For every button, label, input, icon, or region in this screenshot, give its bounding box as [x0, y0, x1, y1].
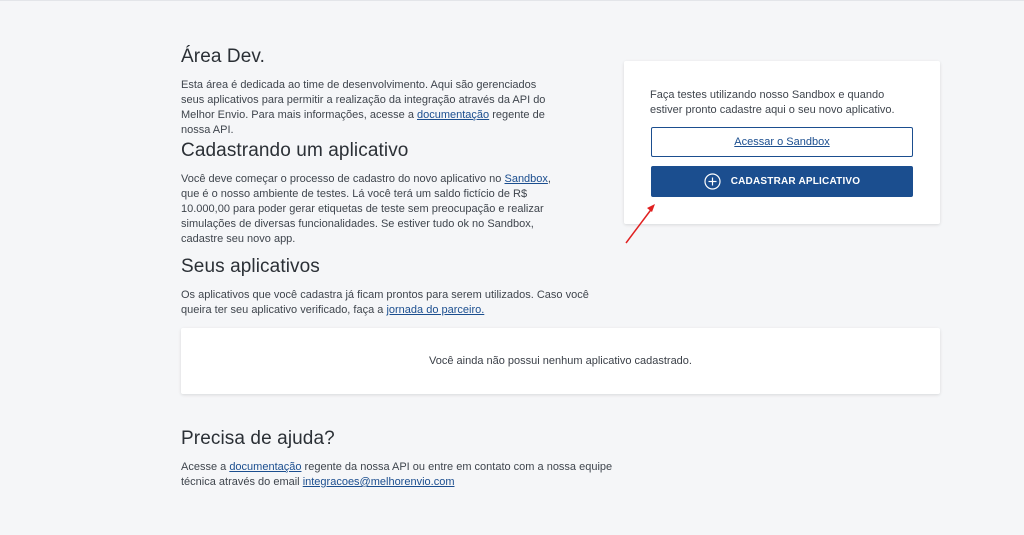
cadastrando-text-1: Você deve começar o processo de cadastro… [181, 173, 502, 185]
register-app-label: CADASTRAR APLICATIVO [730, 176, 861, 187]
cadastrando-description: Você deve começar o processo de cadastro… [181, 172, 566, 247]
ajuda-section: Precisa de ajuda? Acesse a documentação … [181, 428, 631, 490]
support-email-link[interactable]: integracoes@melhorenvio.com [303, 476, 455, 488]
partner-journey-link[interactable]: jornada do parceiro. [386, 304, 484, 316]
area-dev-text-1: Esta área é dedicada ao time de desenvol… [181, 79, 546, 121]
sandbox-card-text: Faça testes utilizando nosso Sandbox e q… [650, 89, 895, 116]
area-dev-title: Área Dev. [181, 46, 265, 67]
seus-aplicativos-section: Seus aplicativos Os aplicativos que você… [181, 256, 621, 318]
cadastrando-title: Cadastrando um aplicativo [181, 140, 409, 161]
ajuda-description: Acesse a documentação regente da nossa A… [181, 460, 621, 490]
annotation-arrow-icon [625, 204, 655, 244]
top-divider [0, 0, 1024, 1]
empty-apps-message: Você ainda não possui nenhum aplicativo … [429, 354, 692, 367]
access-sandbox-label: Acessar o Sandbox [734, 136, 830, 148]
sandbox-card: Faça testes utilizando nosso Sandbox e q… [624, 61, 940, 224]
access-sandbox-button[interactable]: Acessar o Sandbox [651, 127, 913, 157]
seus-aplicativos-text-1: Os aplicativos que você cadastra já fica… [181, 289, 589, 316]
plus-circle-icon [704, 173, 721, 190]
ajuda-text-1: Acesse a [181, 461, 227, 473]
area-dev-section: Área Dev. Esta área é dedicada ao time d… [181, 46, 621, 138]
apps-list-card: Você ainda não possui nenhum aplicativo … [181, 328, 940, 394]
area-dev-description: Esta área é dedicada ao time de desenvol… [181, 78, 546, 138]
ajuda-title: Precisa de ajuda? [181, 428, 335, 449]
ajuda-documentation-link[interactable]: documentação [229, 461, 301, 473]
seus-aplicativos-description: Os aplicativos que você cadastra já fica… [181, 288, 611, 318]
sandbox-link[interactable]: Sandbox [504, 173, 547, 185]
cadastrando-section: Cadastrando um aplicativo Você deve come… [181, 140, 621, 247]
area-dev-documentation-link[interactable]: documentação [417, 109, 489, 121]
seus-aplicativos-title: Seus aplicativos [181, 256, 320, 277]
register-app-button[interactable]: CADASTRAR APLICATIVO [651, 166, 913, 197]
